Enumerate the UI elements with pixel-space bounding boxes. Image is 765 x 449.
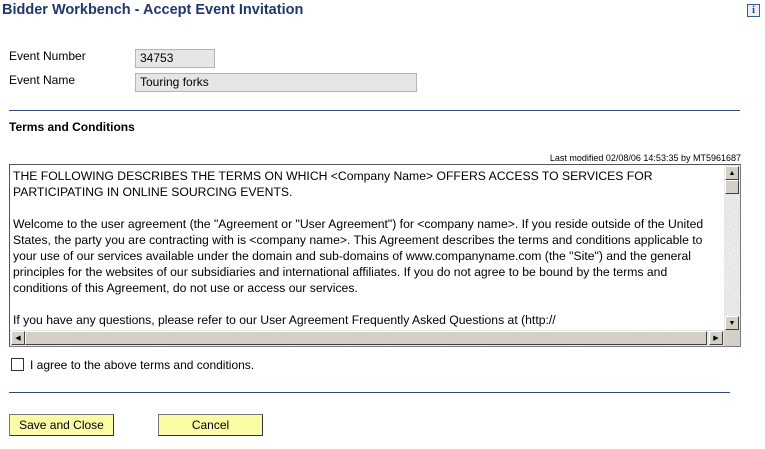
- scroll-left-arrow-icon[interactable]: ◀: [11, 331, 25, 345]
- terms-heading: Terms and Conditions: [9, 120, 135, 134]
- last-modified-text: Last modified 02/08/06 14:53:35 by MT596…: [549, 153, 741, 163]
- section-divider: [9, 110, 740, 111]
- cancel-button[interactable]: Cancel: [158, 414, 263, 436]
- terms-text: THE FOLLOWING DESCRIBES THE TERMS ON WHI…: [13, 169, 704, 327]
- vertical-scrollbar[interactable]: ▲ ▼: [724, 165, 740, 331]
- vertical-scroll-thumb[interactable]: [725, 180, 739, 194]
- horizontal-scroll-thumb[interactable]: [25, 331, 707, 345]
- scroll-right-arrow-icon[interactable]: ▶: [709, 331, 723, 345]
- horizontal-scrollbar[interactable]: ◀ ▶: [10, 330, 724, 346]
- event-number-label: Event Number: [9, 49, 86, 63]
- scrollbar-corner: [724, 330, 740, 346]
- scroll-down-arrow-icon[interactable]: ▼: [725, 316, 739, 330]
- help-info-icon[interactable]: i: [747, 4, 760, 17]
- agree-label[interactable]: I agree to the above terms and condition…: [30, 358, 254, 372]
- agree-checkbox[interactable]: [11, 358, 24, 371]
- bottom-divider: [9, 392, 730, 393]
- terms-textarea[interactable]: THE FOLLOWING DESCRIBES THE TERMS ON WHI…: [9, 164, 741, 347]
- scroll-up-arrow-icon[interactable]: ▲: [725, 166, 739, 180]
- page-title: Bidder Workbench - Accept Event Invitati…: [2, 2, 304, 18]
- event-number-field: 34753: [135, 49, 215, 68]
- save-and-close-button[interactable]: Save and Close: [9, 414, 114, 436]
- event-name-field: Touring forks: [135, 73, 417, 92]
- event-name-label: Event Name: [9, 73, 76, 87]
